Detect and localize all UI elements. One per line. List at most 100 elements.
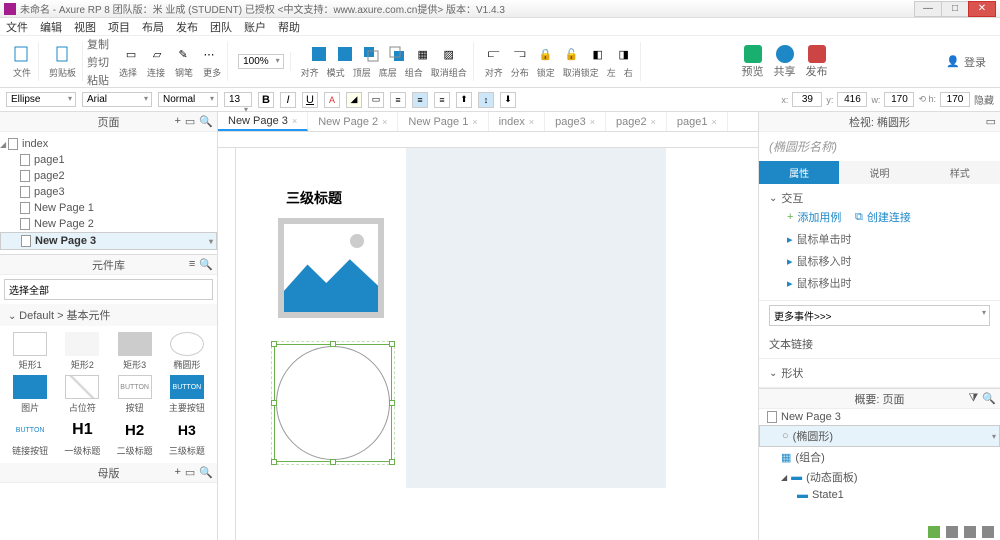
aligncenter-button[interactable]: ≡ xyxy=(412,92,428,108)
tree-root[interactable]: ◢index xyxy=(0,136,217,152)
resize-handle[interactable] xyxy=(330,459,336,465)
left-icon[interactable]: ◧ xyxy=(588,44,608,64)
lib-button[interactable]: BUTTON按钮 xyxy=(111,375,159,414)
tab-close-icon[interactable]: × xyxy=(590,117,595,127)
lib-h2[interactable]: H2二级标题 xyxy=(111,418,159,457)
outline-search-icon[interactable]: 🔍 xyxy=(982,392,996,405)
tab[interactable]: New Page 1× xyxy=(398,112,488,131)
ruler-vertical[interactable] xyxy=(218,148,236,540)
group-icon[interactable]: ▦ xyxy=(413,44,433,64)
tab[interactable]: page3× xyxy=(545,112,606,131)
more-events-select[interactable]: 更多事件>>> xyxy=(769,305,990,326)
w-input[interactable]: 170 xyxy=(884,92,914,107)
paste-label[interactable]: 粘贴 xyxy=(87,72,109,88)
resize-handle[interactable] xyxy=(271,341,277,347)
textlink-header[interactable]: 文本链接 xyxy=(769,336,990,352)
size-select[interactable]: 13 xyxy=(224,92,252,107)
tree-item[interactable]: New Page 2 xyxy=(0,216,217,232)
lock-icon[interactable]: 🔒 xyxy=(536,44,556,64)
add-case-link[interactable]: + 添加用例 ⧉ 创建连接 xyxy=(769,206,990,228)
cut-label[interactable]: 剪切 xyxy=(87,54,109,70)
tab-active[interactable]: New Page 3× xyxy=(218,112,308,131)
weight-select[interactable]: Normal xyxy=(158,92,218,107)
menu-layout[interactable]: 布局 xyxy=(142,19,164,35)
resize-handle[interactable] xyxy=(271,459,277,465)
align-icon[interactable] xyxy=(309,44,329,64)
tab[interactable]: New Page 2× xyxy=(308,112,398,131)
status-icon[interactable] xyxy=(982,526,994,538)
tree-item[interactable]: page2 xyxy=(0,168,217,184)
resize-handle[interactable] xyxy=(389,459,395,465)
add-master-icon[interactable]: + xyxy=(174,466,180,479)
back-icon[interactable] xyxy=(387,44,407,64)
menu-team[interactable]: 团队 xyxy=(210,19,232,35)
right-icon[interactable]: ◨ xyxy=(614,44,634,64)
tab[interactable]: page1× xyxy=(667,112,728,131)
new-file-icon[interactable] xyxy=(12,44,32,64)
outline-state[interactable]: ▬State1 xyxy=(759,487,1000,503)
lib-rect1[interactable]: 矩形1 xyxy=(6,332,54,371)
valigntop-button[interactable]: ⬆ xyxy=(456,92,472,108)
outline-group[interactable]: ▦(组合) xyxy=(759,447,1000,467)
widget-name-field[interactable]: (椭圆形名称) xyxy=(759,132,1000,161)
outline-root[interactable]: New Page 3 xyxy=(759,409,1000,425)
zoom-select[interactable]: 100% xyxy=(238,54,284,69)
select-icon[interactable]: ▭ xyxy=(121,44,141,64)
minimize-button[interactable]: — xyxy=(914,1,942,17)
menu-publish[interactable]: 发布 xyxy=(176,19,198,35)
menu-project[interactable]: 项目 xyxy=(108,19,130,35)
tab[interactable]: index× xyxy=(489,112,546,131)
event-mousein[interactable]: ▸鼠标移入时 xyxy=(769,250,990,272)
publish-button[interactable]: 发布 xyxy=(806,45,828,79)
tree-item[interactable]: New Page 1 xyxy=(0,200,217,216)
tab-properties[interactable]: 属性 xyxy=(759,161,839,184)
lib-category[interactable]: ⌄ Default > 基本元件 xyxy=(0,304,217,326)
underline-button[interactable]: U xyxy=(302,92,318,108)
event-click[interactable]: ▸鼠标单击时 xyxy=(769,228,990,250)
menu-view[interactable]: 视图 xyxy=(74,19,96,35)
outline-ellipse[interactable]: ○(椭圆形) xyxy=(759,425,1000,447)
preview-button[interactable]: 预览 xyxy=(742,45,764,79)
tree-item-selected[interactable]: New Page 3 xyxy=(0,232,217,250)
lib-rect2[interactable]: 矩形2 xyxy=(58,332,106,371)
filter-icon[interactable]: ⧩ xyxy=(968,392,978,405)
status-icon[interactable] xyxy=(928,526,940,538)
ellipse-selection[interactable] xyxy=(274,344,392,462)
lib-search-icon[interactable]: 🔍 xyxy=(199,258,213,271)
close-button[interactable]: ✕ xyxy=(968,1,996,17)
connect-icon[interactable]: ▱ xyxy=(147,44,167,64)
lib-image[interactable]: 图片 xyxy=(6,375,54,414)
lib-menu-icon[interactable]: ≡ xyxy=(189,258,195,271)
add-page-icon[interactable]: + xyxy=(174,115,180,128)
lib-link[interactable]: BUTTON链接按钮 xyxy=(6,418,54,457)
font-select[interactable]: Arial xyxy=(82,92,152,107)
ungroup-icon[interactable]: ▨ xyxy=(439,44,459,64)
tab-style[interactable]: 样式 xyxy=(920,161,1000,184)
tab-close-icon[interactable]: × xyxy=(472,117,477,127)
heading-widget[interactable]: 三级标题 xyxy=(286,188,342,208)
resize-handle[interactable] xyxy=(271,400,277,406)
h-input[interactable]: 170 xyxy=(940,92,970,107)
tab-close-icon[interactable]: × xyxy=(711,117,716,127)
lib-placeholder[interactable]: 占位符 xyxy=(58,375,106,414)
event-mouseout[interactable]: ▸鼠标移出时 xyxy=(769,272,990,294)
tab-notes[interactable]: 说明 xyxy=(839,161,919,184)
x-input[interactable]: 39 xyxy=(792,92,822,107)
alignleft-button[interactable]: ≡ xyxy=(390,92,406,108)
lib-h3[interactable]: H3三级标题 xyxy=(163,418,211,457)
tree-item[interactable]: page1 xyxy=(0,152,217,168)
tree-item[interactable]: page3 xyxy=(0,184,217,200)
canvas[interactable]: 三级标题 xyxy=(236,148,758,540)
fillcolor-button[interactable]: ◢ xyxy=(346,92,362,108)
bordercolor-button[interactable]: ▭ xyxy=(368,92,384,108)
menu-edit[interactable]: 编辑 xyxy=(40,19,62,35)
alignl-icon[interactable]: ⫍ xyxy=(484,44,504,64)
paste-icon[interactable] xyxy=(53,44,73,64)
status-icon[interactable] xyxy=(964,526,976,538)
bold-button[interactable]: B xyxy=(258,92,274,108)
folder-icon[interactable]: ▭ xyxy=(185,115,195,128)
tab-close-icon[interactable]: × xyxy=(529,117,534,127)
pen-icon[interactable]: ✎ xyxy=(173,44,193,64)
alignright-button[interactable]: ≡ xyxy=(434,92,450,108)
hidden-check[interactable]: 隐藏 xyxy=(974,92,994,107)
